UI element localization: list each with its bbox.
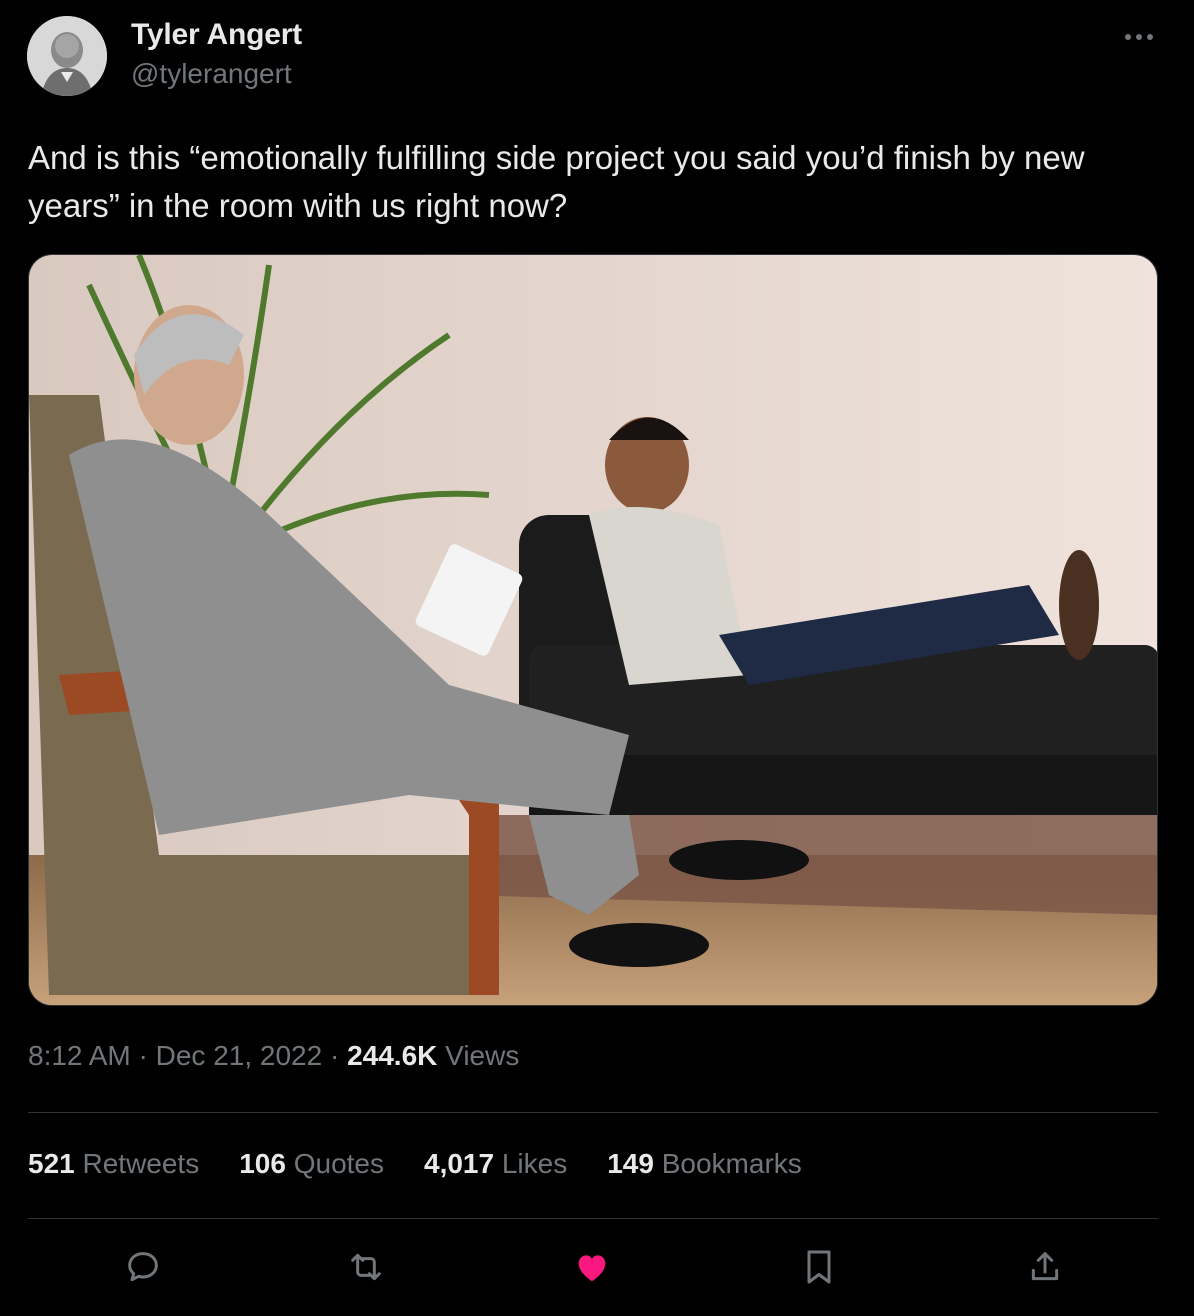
divider xyxy=(28,1218,1158,1219)
views-count: 244.6K xyxy=(347,1040,438,1071)
likes-label: Likes xyxy=(494,1148,568,1179)
divider xyxy=(28,1112,1158,1113)
likes-count: 4,017 xyxy=(424,1148,495,1179)
quotes-label: Quotes xyxy=(285,1148,384,1179)
bookmarks-label: Bookmarks xyxy=(653,1148,802,1179)
more-icon[interactable] xyxy=(1118,22,1160,52)
meta-separator: · xyxy=(130,1040,156,1071)
retweets-label: Retweets xyxy=(74,1148,200,1179)
bookmark-icon xyxy=(807,1250,831,1284)
retweet-button[interactable] xyxy=(341,1242,391,1292)
tweet-actions xyxy=(28,1242,1158,1292)
bookmarks-count: 149 xyxy=(607,1148,654,1179)
tweet-meta: 8:12 AM · Dec 21, 2022 · 244.6K Views xyxy=(28,1040,519,1072)
avatar[interactable] xyxy=(27,16,107,96)
bookmark-button[interactable] xyxy=(794,1242,844,1292)
tweet-text: And is this “emotionally fulfilling side… xyxy=(28,139,1085,224)
tweet-date[interactable]: Dec 21, 2022 xyxy=(156,1040,323,1071)
author-handle[interactable]: @tylerangert xyxy=(131,58,292,90)
share-button[interactable] xyxy=(1020,1242,1070,1292)
like-button[interactable] xyxy=(567,1242,617,1292)
retweet-icon xyxy=(351,1253,381,1281)
tweet-time[interactable]: 8:12 AM xyxy=(28,1040,131,1071)
views-label: Views xyxy=(437,1040,520,1071)
heart-filled-icon xyxy=(578,1255,606,1282)
share-icon xyxy=(1031,1252,1059,1281)
retweets-stat[interactable]: 521 Retweets xyxy=(28,1148,199,1180)
author-name[interactable]: Tyler Angert xyxy=(131,18,302,52)
tweet-media-photo[interactable] xyxy=(28,254,1158,1006)
retweets-count: 521 xyxy=(28,1148,75,1179)
therapist-session-photo xyxy=(29,255,1157,1005)
avatar-image xyxy=(27,16,107,96)
meta-separator: · xyxy=(322,1040,348,1071)
engagement-stats: 521 Retweets 106 Quotes 4,017 Likes 149 … xyxy=(28,1148,842,1180)
likes-stat[interactable]: 4,017 Likes xyxy=(424,1148,567,1180)
quotes-stat[interactable]: 106 Quotes xyxy=(239,1148,384,1180)
reply-icon xyxy=(128,1252,158,1282)
bookmarks-stat[interactable]: 149 Bookmarks xyxy=(607,1148,802,1180)
more-horizontal-icon xyxy=(1125,34,1153,40)
quotes-count: 106 xyxy=(239,1148,286,1179)
reply-button[interactable] xyxy=(118,1242,168,1292)
